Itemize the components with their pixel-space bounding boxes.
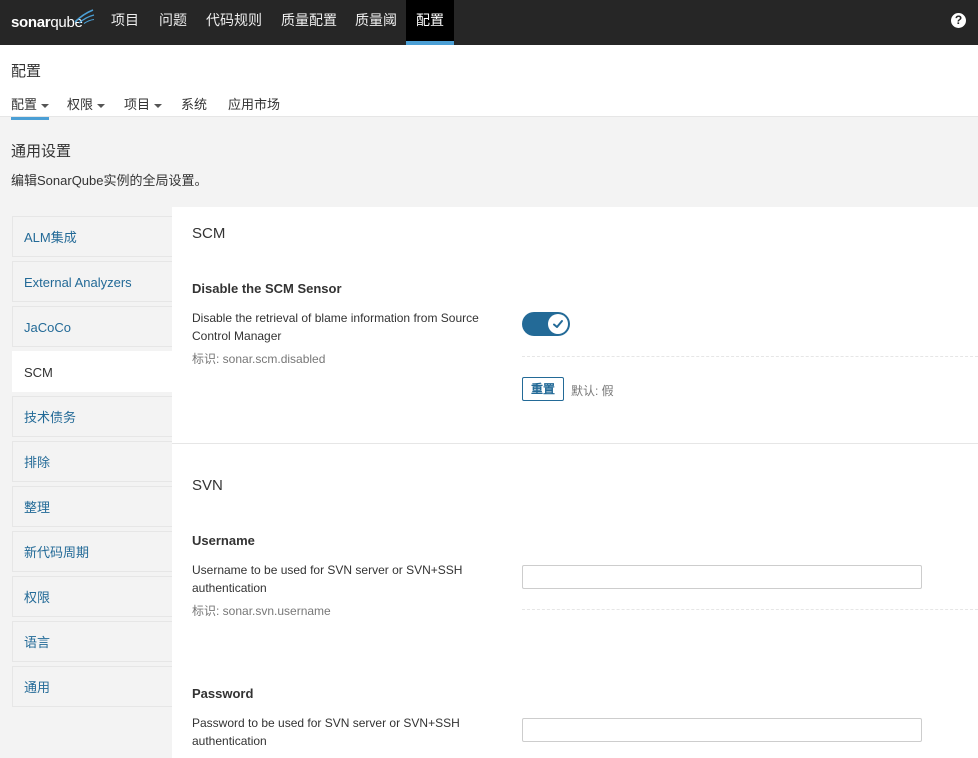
- setting-name-svn-username: Username: [192, 533, 255, 548]
- chevron-down-icon: [97, 103, 106, 108]
- page-header: 配置 配置 权限 项目 系统 应用市场: [0, 45, 978, 120]
- top-navigation-bar: sonarqube 项目 问题 代码规则 质量配置 质量阈 配置 ?: [0, 0, 978, 45]
- nav-issues[interactable]: 问题: [149, 0, 197, 45]
- category-languages[interactable]: 语言: [12, 621, 172, 662]
- svn-password-input[interactable]: [522, 718, 922, 742]
- category-new-code-period[interactable]: 新代码周期: [12, 531, 172, 572]
- settings-panel: SCM Disable the SCM Sensor Disable the r…: [172, 207, 978, 758]
- group-divider: [172, 443, 978, 444]
- toggle-knob: [548, 314, 568, 334]
- setting-description-svn-username: Username to be used for SVN server or SV…: [192, 563, 463, 595]
- category-housekeeping[interactable]: 整理: [12, 486, 172, 527]
- nav-administration[interactable]: 配置: [406, 0, 454, 45]
- subnav-configuration[interactable]: 配置: [11, 94, 50, 120]
- reset-button[interactable]: 重置: [522, 377, 565, 401]
- group-title-svn: SVN: [192, 477, 223, 494]
- page-title: 配置: [11, 63, 42, 80]
- nav-rules[interactable]: 代码规则: [196, 0, 272, 45]
- setting-key-scm-disabled: 标识: sonar.scm.disabled: [192, 352, 326, 366]
- category-general[interactable]: 通用: [12, 666, 172, 707]
- section-title: 通用设置: [11, 143, 72, 160]
- subnav-marketplace[interactable]: 应用市场: [228, 94, 280, 117]
- subnav-security[interactable]: 权限: [67, 94, 106, 117]
- setting-description-svn-password: Password to be used for SVN server or SV…: [192, 716, 460, 748]
- setting-key-svn-username: 标识: sonar.svn.username: [192, 604, 331, 618]
- setting-name-svn-password: Password: [192, 686, 254, 701]
- category-alm[interactable]: ALM集成: [12, 216, 172, 257]
- category-technical-debt[interactable]: 技术债务: [12, 396, 172, 437]
- category-permissions[interactable]: 权限: [12, 576, 172, 617]
- nav-quality-gates[interactable]: 质量阈: [345, 0, 407, 45]
- section-description: 编辑SonarQube实例的全局设置。: [11, 173, 208, 188]
- scm-disabled-toggle[interactable]: [522, 312, 570, 336]
- logo-text: sonarqube: [11, 14, 83, 31]
- row-divider: [522, 609, 978, 610]
- category-external-analyzers[interactable]: External Analyzers: [12, 261, 172, 302]
- category-exclusions[interactable]: 排除: [12, 441, 172, 482]
- chevron-down-icon: [41, 103, 50, 108]
- row-divider: [522, 356, 978, 357]
- help-icon[interactable]: ?: [951, 13, 966, 28]
- setting-name-scm-disabled: Disable the SCM Sensor: [192, 281, 342, 296]
- category-jacoco[interactable]: JaCoCo: [12, 306, 172, 347]
- nav-quality-profiles[interactable]: 质量配置: [271, 0, 347, 45]
- setting-description-scm-disabled: Disable the retrieval of blame informati…: [192, 311, 479, 343]
- subnav-system[interactable]: 系统: [181, 94, 207, 117]
- checkmark-icon: [553, 320, 563, 328]
- subnav-projects[interactable]: 项目: [124, 94, 163, 117]
- logo-arcs-icon: [74, 9, 95, 24]
- nav-projects[interactable]: 项目: [101, 0, 149, 45]
- default-value-text: 默认: 假: [571, 384, 614, 398]
- group-title-scm: SCM: [192, 225, 226, 242]
- chevron-down-icon: [154, 103, 163, 108]
- category-scm[interactable]: SCM: [12, 351, 172, 392]
- svn-username-input[interactable]: [522, 565, 922, 589]
